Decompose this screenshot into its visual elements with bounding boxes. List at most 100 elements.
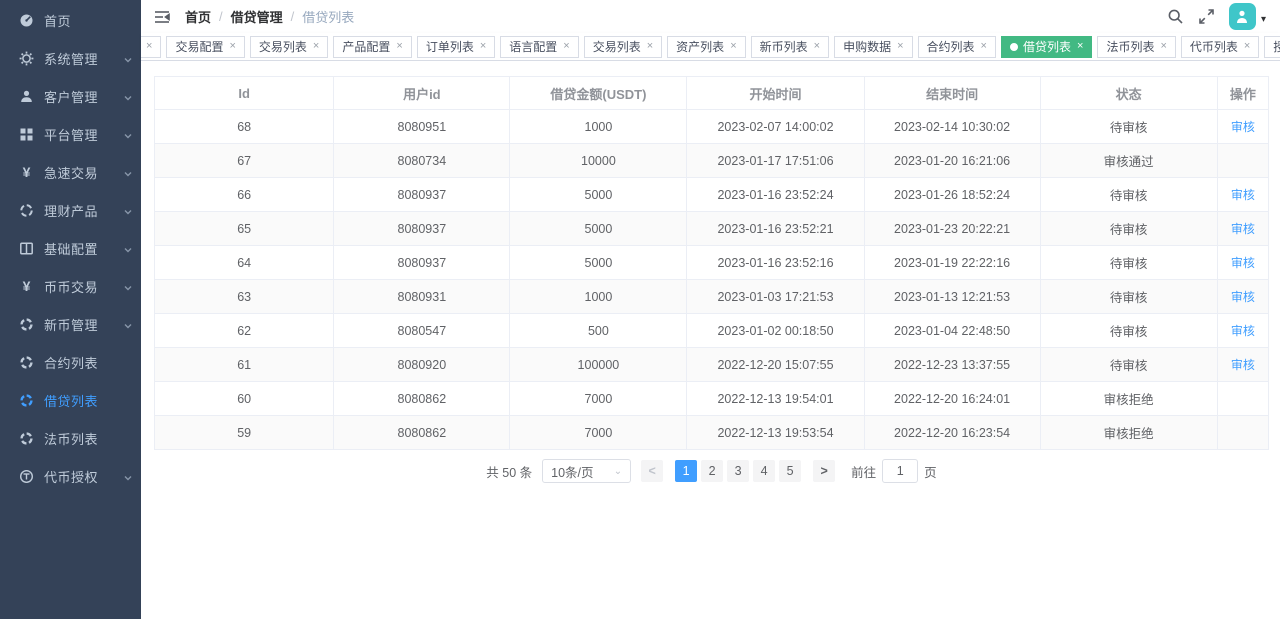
tab-label: 语言配置: [509, 38, 557, 55]
close-icon[interactable]: ×: [647, 41, 653, 52]
sidebar-item-label: 平台管理: [44, 125, 123, 144]
close-icon[interactable]: ×: [313, 41, 319, 52]
cell-end_time: 2023-01-23 20:22:21: [864, 212, 1040, 246]
audit-link[interactable]: 审核: [1231, 290, 1255, 304]
audit-link[interactable]: 审核: [1231, 324, 1255, 338]
prev-page-button[interactable]: <: [641, 460, 663, 482]
cell-amount: 500: [510, 314, 687, 348]
tab-9[interactable]: 申购数据×: [834, 36, 912, 58]
sidebar-item-8[interactable]: 新币管理: [0, 305, 141, 343]
page-size-value: 10条/页: [551, 462, 593, 481]
chevron-down-icon: [123, 205, 133, 215]
tab-0[interactable]: 列表×: [141, 36, 161, 58]
sidebar-item-10[interactable]: 借贷列表: [0, 381, 141, 419]
dashboard-icon: [19, 13, 34, 28]
sidebar-item-12[interactable]: 代币授权: [0, 457, 141, 495]
page-button-3[interactable]: 3: [727, 460, 749, 482]
sidebar-item-2[interactable]: 客户管理: [0, 77, 141, 115]
sidebar-item-11[interactable]: 法币列表: [0, 419, 141, 457]
sidebar-item-3[interactable]: 平台管理: [0, 115, 141, 153]
goto-page-input[interactable]: [882, 459, 918, 483]
tab-label: 交易列表: [259, 38, 307, 55]
table-row: 59808086270002022-12-13 19:53:542022-12-…: [155, 416, 1269, 450]
page-button-2[interactable]: 2: [701, 460, 723, 482]
sidebar-item-label: 首页: [44, 11, 133, 30]
cell-amount: 5000: [510, 178, 687, 212]
close-icon[interactable]: ×: [730, 41, 736, 52]
audit-link[interactable]: 审核: [1231, 358, 1255, 372]
close-icon[interactable]: ×: [396, 41, 402, 52]
breadcrumb-loan-management[interactable]: 借贷管理: [231, 7, 283, 26]
chevron-down-icon: [123, 129, 133, 139]
sidebar-item-0[interactable]: 首页: [0, 1, 141, 39]
table-header-row: Id用户id借贷金额(USDT)开始时间结束时间状态操作: [155, 77, 1269, 110]
audit-link[interactable]: 审核: [1231, 222, 1255, 236]
close-icon[interactable]: ×: [897, 41, 903, 52]
audit-link[interactable]: 审核: [1231, 120, 1255, 134]
next-page-button[interactable]: >: [813, 460, 835, 482]
tab-5[interactable]: 语言配置 ×: [500, 36, 578, 58]
page-button-5[interactable]: 5: [779, 460, 801, 482]
sidebar-item-7[interactable]: ¥币币交易: [0, 267, 141, 305]
tab-12[interactable]: 法币列表×: [1097, 36, 1175, 58]
table-row: 60808086270002022-12-13 19:54:012022-12-…: [155, 382, 1269, 416]
cell-start_time: 2022-12-20 15:07:55: [687, 348, 864, 382]
close-icon[interactable]: ×: [1160, 41, 1166, 52]
page-size-select[interactable]: 10条/页 ⌄: [542, 459, 631, 483]
sidebar-item-5[interactable]: 理财产品: [0, 191, 141, 229]
cell-end_time: 2023-01-13 12:21:53: [864, 280, 1040, 314]
close-icon[interactable]: ×: [480, 41, 486, 52]
audit-link[interactable]: 审核: [1231, 188, 1255, 202]
tab-label: 代币列表: [1190, 38, 1238, 55]
table-row: 63808093110002023-01-03 17:21:532023-01-…: [155, 280, 1269, 314]
cell-action: [1217, 144, 1268, 178]
page-button-1[interactable]: 1: [675, 460, 697, 482]
chevron-down-icon: [123, 91, 133, 101]
cell-action: 审核: [1217, 110, 1268, 144]
breadcrumb-home[interactable]: 首页: [185, 7, 211, 26]
sidebar-item-6[interactable]: 基础配置: [0, 229, 141, 267]
column-header-end_time: 结束时间: [864, 77, 1040, 110]
cell-start_time: 2023-02-07 14:00:02: [687, 110, 864, 144]
page-button-4[interactable]: 4: [753, 460, 775, 482]
fullscreen-icon[interactable]: [1198, 8, 1215, 25]
close-icon[interactable]: ×: [981, 41, 987, 52]
search-icon[interactable]: [1167, 8, 1184, 25]
cell-status: 待审核: [1040, 348, 1217, 382]
tab-1[interactable]: 交易配置×: [166, 36, 244, 58]
content: Id用户id借贷金额(USDT)开始时间结束时间状态操作 68808095110…: [141, 61, 1280, 619]
tab-2[interactable]: 交易列表 ×: [250, 36, 328, 58]
avatar[interactable]: [1229, 3, 1256, 30]
chevron-down-icon: [123, 471, 133, 481]
table-row: 66808093750002023-01-16 23:52:242023-01-…: [155, 178, 1269, 212]
close-icon[interactable]: ×: [1077, 41, 1083, 52]
tab-11[interactable]: 借贷列表×: [1001, 36, 1092, 58]
close-icon[interactable]: ×: [1244, 41, 1250, 52]
tab-6[interactable]: 交易列表×: [584, 36, 662, 58]
pagination: 共 50 条 10条/页 ⌄ < 12345 > 前往 页: [154, 459, 1269, 483]
grid-icon: [19, 127, 34, 142]
audit-link[interactable]: 审核: [1231, 256, 1255, 270]
cell-end_time: 2022-12-23 13:37:55: [864, 348, 1040, 382]
tab-14[interactable]: 授权地址×: [1264, 36, 1280, 58]
tab-8[interactable]: 新币列表×: [751, 36, 829, 58]
tab-3[interactable]: 产品配置×: [333, 36, 411, 58]
close-icon[interactable]: ×: [814, 41, 820, 52]
close-icon[interactable]: ×: [146, 41, 152, 52]
sidebar-item-label: 理财产品: [44, 201, 123, 220]
tab-7[interactable]: 资产列表×: [667, 36, 745, 58]
chevron-down-icon: [123, 53, 133, 63]
hamburger-icon[interactable]: [153, 8, 171, 26]
tab-10[interactable]: 合约列表×: [918, 36, 996, 58]
circle-notch-icon: [19, 393, 34, 408]
close-icon[interactable]: ×: [563, 41, 569, 52]
tab-13[interactable]: 代币列表 ×: [1181, 36, 1259, 58]
cell-action: [1217, 382, 1268, 416]
sidebar-item-1[interactable]: 系统管理: [0, 39, 141, 77]
close-icon[interactable]: ×: [229, 41, 235, 52]
sidebar-item-4[interactable]: ¥急速交易: [0, 153, 141, 191]
sidebar-item-9[interactable]: 合约列表: [0, 343, 141, 381]
user-menu[interactable]: ▾: [1229, 3, 1266, 30]
tab-4[interactable]: 订单列表×: [417, 36, 495, 58]
table-row: 64808093750002023-01-16 23:52:162023-01-…: [155, 246, 1269, 280]
